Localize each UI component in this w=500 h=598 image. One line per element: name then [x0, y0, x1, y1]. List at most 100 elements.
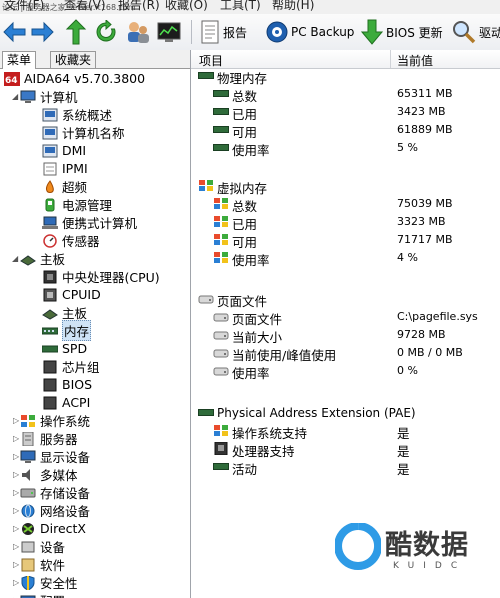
- menu-tools[interactable]: 工具(T): [220, 0, 261, 13]
- section-header-pae[interactable]: Physical Address Extension (PAE): [191, 404, 500, 422]
- back-button[interactable]: [3, 18, 27, 46]
- config-icon: [20, 595, 36, 598]
- tree-node-chipset[interactable]: 芯片组: [42, 358, 100, 375]
- expand-arrow-icon[interactable]: ▷: [13, 416, 19, 425]
- tab-favorites[interactable]: 收藏夹: [50, 51, 97, 68]
- tree-node-devices[interactable]: 设备: [20, 538, 65, 555]
- table-row[interactable]: 总数 65311 MB: [191, 85, 500, 104]
- ram-icon: [213, 144, 229, 151]
- expand-arrow-icon[interactable]: ▷: [13, 542, 19, 551]
- section-header-physical-memory[interactable]: 物理内存: [191, 67, 500, 86]
- tree-node-config[interactable]: 配置: [20, 592, 65, 598]
- pc-backup-button[interactable]: PC Backup: [266, 18, 354, 46]
- section-header-virtual-memory[interactable]: 虚拟内存: [191, 177, 500, 196]
- table-row[interactable]: 操作系统支持 是: [191, 422, 500, 441]
- refresh-button[interactable]: [94, 18, 118, 46]
- network-icon: [21, 504, 35, 517]
- tree-node-os[interactable]: 操作系统: [20, 412, 90, 429]
- tree-node-network[interactable]: 网络设备: [20, 502, 90, 519]
- driver-update-button[interactable]: 驱动: [452, 18, 500, 46]
- tree-label: 软件: [40, 558, 66, 573]
- row-value: 3423 MB: [397, 105, 446, 118]
- table-row[interactable]: 活动 是: [191, 458, 500, 477]
- section-header-page-file[interactable]: 页面文件: [191, 290, 500, 309]
- table-row[interactable]: 使用率 5 %: [191, 139, 500, 158]
- tree-node-bios[interactable]: BIOS: [42, 376, 92, 393]
- report-label: 报告: [223, 25, 248, 40]
- table-row[interactable]: 总数 75039 MB: [191, 195, 500, 214]
- tree-node-computer-name[interactable]: 计算机名称: [42, 124, 125, 141]
- tree-node-security[interactable]: 安全性: [20, 574, 78, 591]
- table-row[interactable]: 当前大小 9728 MB: [191, 326, 500, 345]
- forward-button[interactable]: [30, 18, 54, 46]
- menu-bar: 文件(F) 查看(V) 报告(R) 收藏(O) 工具(T) 帮助(H) 论坛 |…: [0, 0, 500, 14]
- tree-node-aida64[interactable]: 64 AIDA64 v5.70.3800: [4, 70, 145, 87]
- svg-text:64: 64: [5, 76, 18, 86]
- ram-icon: [198, 72, 214, 79]
- expand-arrow-icon[interactable]: ▷: [13, 452, 19, 461]
- cpu-icon: [214, 442, 228, 455]
- tree-node-power[interactable]: 电源管理: [42, 196, 112, 213]
- expand-arrow-icon[interactable]: ▷: [13, 524, 19, 533]
- tree-node-summary[interactable]: 系统概述: [42, 106, 112, 123]
- tree-node-storage[interactable]: 存储设备: [20, 484, 90, 501]
- row-key: 活动: [232, 462, 258, 477]
- expand-arrow-icon[interactable]: ▷: [13, 506, 19, 515]
- table-row[interactable]: 当前使用/峰值使用 0 MB / 0 MB: [191, 344, 500, 363]
- tree-node-laptop[interactable]: 便携式计算机: [42, 214, 137, 231]
- table-row[interactable]: 可用 71717 MB: [191, 231, 500, 250]
- collapse-arrow-icon[interactable]: ◢: [12, 254, 18, 263]
- row-value: 71717 MB: [397, 233, 453, 246]
- user-button[interactable]: [125, 18, 151, 46]
- windows-icon: [214, 198, 228, 209]
- tree-label: 多媒体: [40, 468, 78, 483]
- table-row[interactable]: 使用率 4 %: [191, 249, 500, 268]
- table-row[interactable]: 使用率 0 %: [191, 362, 500, 381]
- tree-node-memory[interactable]: 内存: [42, 320, 92, 341]
- column-divider[interactable]: [390, 50, 391, 68]
- tree-node-spd[interactable]: SPD: [42, 340, 87, 357]
- tree-node-server[interactable]: 服务器: [20, 430, 78, 447]
- table-row[interactable]: 可用 61889 MB: [191, 121, 500, 140]
- tree-node-dmi[interactable]: DMI: [42, 142, 86, 159]
- report-button[interactable]: 报告: [200, 18, 247, 46]
- tree-node-acpi[interactable]: ACPI: [42, 394, 90, 411]
- up-button[interactable]: [65, 18, 87, 46]
- kuidc-logo: 酷数据 KUIDC: [335, 515, 495, 585]
- collapse-arrow-icon[interactable]: ◢: [12, 92, 18, 101]
- menu-help[interactable]: 帮助(H): [272, 0, 314, 13]
- spd-icon: [42, 345, 58, 352]
- computer-name-icon: [42, 126, 58, 139]
- tree-label: 配置: [40, 591, 65, 598]
- up-arrow-icon: [65, 19, 87, 45]
- tree-node-directx[interactable]: DirectX: [20, 520, 86, 537]
- table-row[interactable]: 已用 3423 MB: [191, 103, 500, 122]
- tree-node-motherboard-group[interactable]: 主板: [20, 250, 65, 267]
- menu-favorites[interactable]: 收藏(O): [165, 0, 208, 13]
- tree-node-software[interactable]: 软件: [20, 556, 65, 573]
- table-row[interactable]: 处理器支持 是: [191, 440, 500, 459]
- tree-node-cpu[interactable]: 中央处理器(CPU): [42, 268, 160, 285]
- tree-node-sensor[interactable]: 传感器: [42, 232, 100, 249]
- expand-arrow-icon[interactable]: ▷: [13, 434, 19, 443]
- windows-icon: [214, 234, 228, 245]
- table-row[interactable]: 已用 3323 MB: [191, 213, 500, 232]
- bios-update-button[interactable]: BIOS 更新: [361, 18, 443, 46]
- row-value: 3323 MB: [397, 215, 446, 228]
- table-row[interactable]: 页面文件 C:\pagefile.sys: [191, 308, 500, 327]
- expand-arrow-icon[interactable]: ▷: [13, 470, 19, 479]
- tree-node-display[interactable]: 显示设备: [20, 448, 90, 465]
- tree-node-ipmi[interactable]: IPMI: [42, 160, 88, 177]
- tree-node-computer[interactable]: 计算机: [20, 88, 78, 105]
- row-value: 61889 MB: [397, 123, 453, 136]
- tree-node-motherboard[interactable]: 主板: [42, 304, 87, 321]
- expand-arrow-icon[interactable]: ▷: [13, 560, 19, 569]
- tree-node-cpuid[interactable]: CPUID: [42, 286, 101, 303]
- monitor-button[interactable]: [157, 18, 181, 46]
- windows-icon: [199, 180, 213, 191]
- tree-node-overclock[interactable]: 超频: [42, 178, 87, 195]
- tab-menu[interactable]: 菜单: [2, 51, 37, 69]
- expand-arrow-icon[interactable]: ▷: [13, 488, 19, 497]
- tree-node-multimedia[interactable]: 多媒体: [20, 466, 78, 483]
- expand-arrow-icon[interactable]: ▷: [13, 578, 19, 587]
